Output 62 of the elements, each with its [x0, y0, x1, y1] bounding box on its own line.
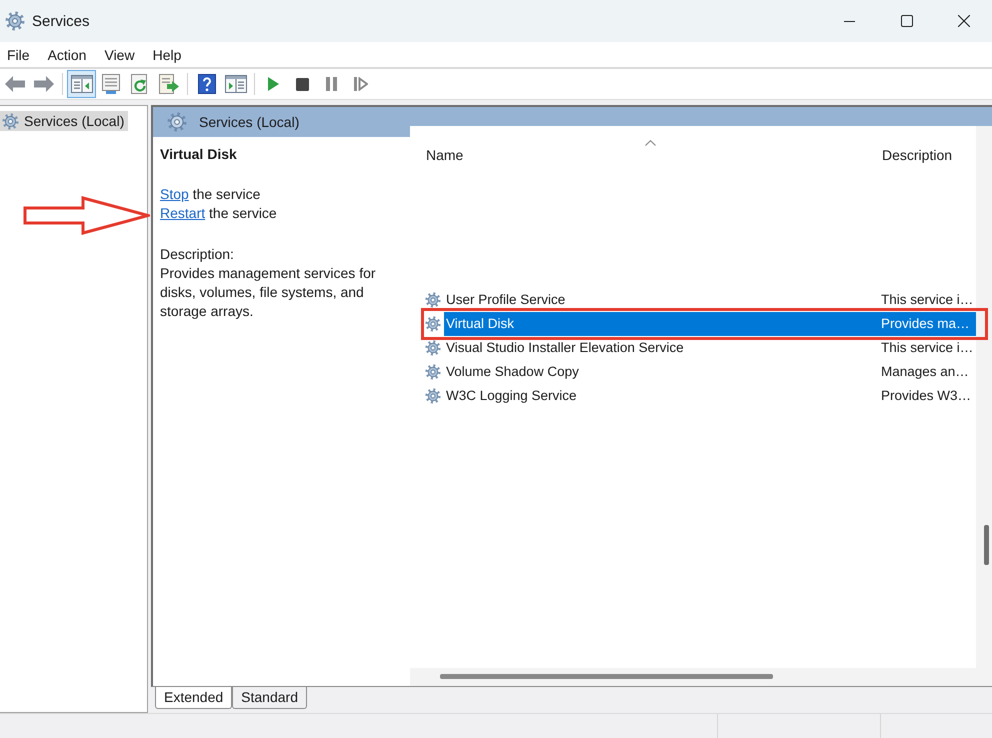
- table-cell-text: Provides ma…: [880, 316, 971, 332]
- table-row[interactable]: Virtual Disk Provides ma…: [444, 312, 976, 336]
- window-title: Services: [32, 12, 90, 30]
- scrollbar-thumb[interactable]: [440, 674, 773, 679]
- pane-title: Services (Local): [199, 114, 300, 130]
- gear-icon: [5, 11, 25, 31]
- description-text: Provides management services for disks, volumes, file systems, and storage arrays.: [160, 264, 377, 321]
- action-text: Restart the service: [160, 204, 278, 223]
- menu-item[interactable]: File: [0, 44, 41, 64]
- gear-icon: [425, 340, 441, 356]
- column-header[interactable]: Name: [418, 140, 875, 164]
- vertical-scrollbar[interactable]: [976, 126, 992, 686]
- sort-caret-icon: [645, 140, 656, 146]
- table-row[interactable]: Volume Shadow Copy Manages an…: [444, 360, 976, 384]
- minimize-icon: [844, 20, 855, 22]
- step-forward-icon: [354, 77, 368, 91]
- pause-icon: [326, 77, 337, 91]
- play-icon: [268, 77, 279, 91]
- table-cell-text: This service i…: [880, 292, 974, 308]
- menu-item[interactable]: View: [97, 44, 146, 64]
- column-header[interactable]: Description: [875, 147, 976, 164]
- horizontal-scrollbar[interactable]: [410, 668, 976, 686]
- document-icon: [102, 74, 120, 94]
- table-cell-text: This service i…: [880, 340, 974, 356]
- maximize-icon: [900, 15, 912, 27]
- table-row[interactable]: W3C Logging Service Provides W3…: [444, 384, 976, 408]
- table-row[interactable]: User Profile Service This service i…: [444, 288, 976, 312]
- gear-icon: [425, 316, 441, 332]
- table-cell-text: Provides W3…: [880, 388, 972, 404]
- table-row[interactable]: Visual Studio Installer Elevation Service This service i…: [444, 336, 976, 360]
- description-label: Description:: [160, 245, 235, 264]
- refresh-icon: [130, 74, 148, 94]
- left-arrow-icon: [4, 76, 24, 92]
- tree-item[interactable]: Services (Local): [0, 111, 128, 131]
- console-tree-button[interactable]: [67, 70, 96, 98]
- gear-icon: [167, 112, 187, 132]
- menu-item[interactable]: Help: [146, 44, 192, 64]
- service-name: Virtual Disk: [160, 146, 238, 163]
- action-link[interactable]: Restart: [160, 205, 206, 221]
- stop-icon: [296, 78, 309, 90]
- menu-item[interactable]: Action: [40, 44, 98, 64]
- table-cell-text: W3C Logging Service: [445, 388, 578, 404]
- table-cell-text: Manages an…: [880, 364, 970, 380]
- document-arrow-icon: [158, 74, 178, 94]
- close-icon: [958, 15, 970, 27]
- table-cell-text: User Profile Service: [445, 292, 566, 308]
- table-cell-text: Visual Studio Installer Elevation Service: [445, 340, 685, 356]
- window-pane-icon: [224, 75, 246, 93]
- view-tab[interactable]: Extended: [155, 687, 232, 709]
- view-tab[interactable]: Standard: [232, 687, 307, 709]
- scrollbar-thumb[interactable]: [984, 525, 989, 565]
- action-link[interactable]: Stop: [160, 186, 189, 202]
- gear-icon: [425, 364, 441, 380]
- gear-icon: [425, 292, 441, 308]
- right-arrow-icon: [34, 76, 54, 92]
- table-cell-text: Virtual Disk: [445, 316, 516, 332]
- action-text: Stop the service: [160, 185, 262, 204]
- window-pane-icon: [70, 75, 92, 93]
- table-cell-text: Volume Shadow Copy: [445, 364, 580, 380]
- gear-icon: [425, 388, 441, 404]
- gear-icon: [2, 112, 19, 130]
- help-icon: [198, 74, 216, 94]
